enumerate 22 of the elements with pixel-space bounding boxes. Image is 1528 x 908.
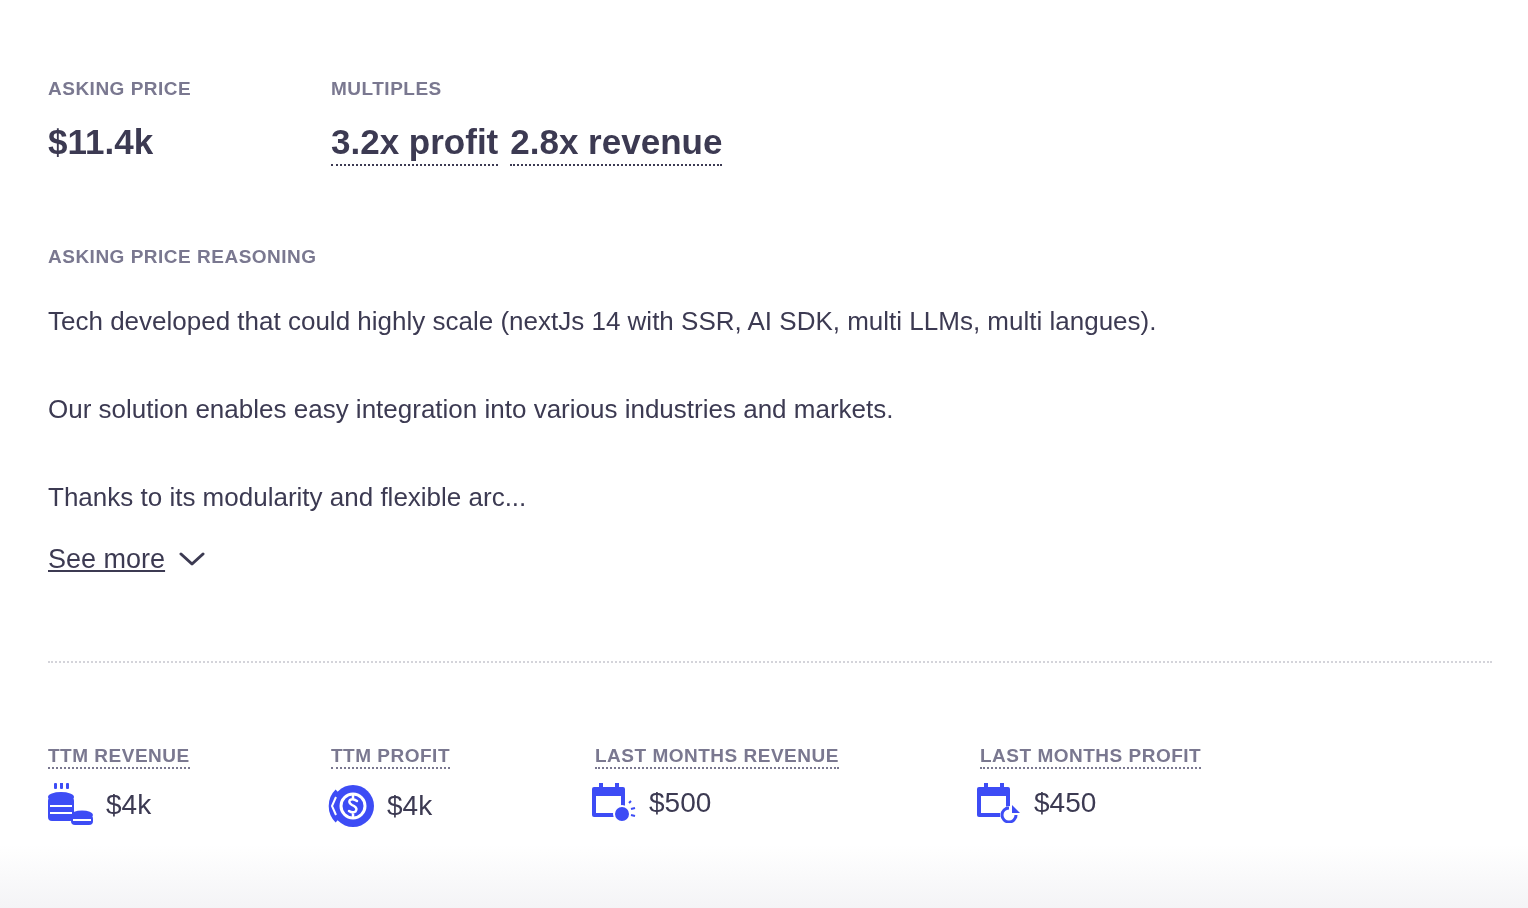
multiple-value[interactable]: 2.8x revenue [510, 122, 723, 166]
metric-label[interactable]: LAST MONTHS PROFIT [980, 744, 1202, 769]
metric-value: $450 [1034, 786, 1097, 819]
metric-value: $500 [649, 786, 712, 819]
reasoning-paragraph: Our solution enables easy integration into various industries and markets. [48, 394, 895, 426]
chevron-down-icon[interactable] [179, 551, 206, 568]
reasoning-label: ASKING PRICE REASONING [48, 246, 318, 268]
reasoning-paragraph: Thanks to its modularity and flexible arc... [48, 482, 528, 514]
see-more-link[interactable]: See more [48, 543, 166, 575]
metric-label[interactable]: TTM REVENUE [48, 744, 190, 769]
asking-price-label: ASKING PRICE [48, 78, 193, 100]
metric-value: $4k [387, 789, 433, 822]
metric-label[interactable]: TTM PROFIT [331, 744, 450, 769]
reasoning-paragraph: Tech developed that could highly scale (nextJs 14 with SSR, AI SDK, multi LLMs, multi langues). [48, 306, 1158, 338]
metric-value: $4k [106, 788, 152, 821]
metric-label[interactable]: LAST MONTHS REVENUE [595, 744, 839, 769]
dollar-coin-icon [327, 782, 375, 829]
calendar-icon [591, 782, 637, 823]
asking-price-value: $11.4k [48, 122, 154, 162]
calendar-icon [976, 782, 1022, 823]
multiples-label: MULTIPLES [331, 78, 443, 100]
multiple-value[interactable]: 3.2x profit [331, 122, 499, 166]
